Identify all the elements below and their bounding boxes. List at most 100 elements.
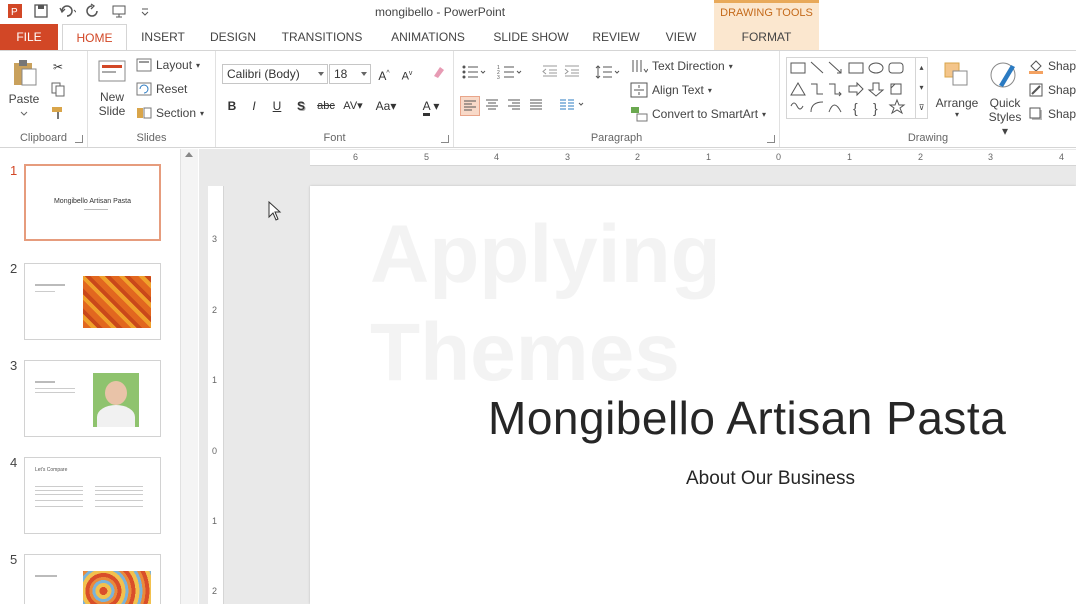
slide-title[interactable]: Mongibello Artisan Pasta [488, 391, 1006, 445]
format-painter-icon[interactable] [48, 105, 68, 125]
reset-button[interactable]: Reset [136, 82, 187, 96]
svg-text:3: 3 [497, 75, 500, 80]
clear-formatting-icon[interactable] [428, 64, 448, 84]
tab-view[interactable]: VIEW [659, 24, 703, 50]
convert-smartart-button[interactable]: Convert to SmartArt ▾ [630, 106, 766, 122]
paste-icon [14, 60, 37, 86]
svg-text:P: P [11, 7, 18, 18]
drawing-group: { } ▴▾⊽ Arrange ▾ Quick Styles ▾ Shape S… [780, 51, 1076, 147]
bold-button[interactable]: B [222, 96, 242, 116]
underline-button[interactable]: U [267, 96, 287, 116]
new-slide-button[interactable]: New Slide [94, 57, 130, 127]
align-text-button[interactable]: Align Text ▾ [630, 82, 712, 98]
thumbnail-title: Let's Compare [35, 467, 68, 473]
bullets-icon[interactable] [460, 64, 488, 84]
smartart-icon [631, 107, 648, 122]
shapes-scroll-icon[interactable]: ▴ ▾ ⊽ [915, 58, 927, 118]
clipboard-launcher-icon[interactable] [75, 135, 83, 143]
shape-outline-icon [1029, 83, 1043, 97]
tab-review[interactable]: REVIEW [588, 24, 644, 50]
decrease-indent-icon[interactable] [540, 64, 560, 84]
thumbnail-title: Mongibello Artisan Pasta [53, 198, 132, 205]
slide-thumbnail-5[interactable] [24, 554, 161, 604]
shape-fill-icon [1029, 60, 1043, 74]
text-shadow-button[interactable]: S [291, 96, 311, 116]
slide-thumbnail-1[interactable]: Mongibello Artisan Pasta [24, 164, 161, 241]
shape-effects-button[interactable]: Shape [1028, 106, 1076, 122]
undo-icon[interactable] [58, 2, 76, 20]
slide-canvas[interactable]: Applying Themes Mongibello Artisan Pasta… [310, 186, 1076, 604]
thumbnail-scrollbar[interactable] [180, 149, 198, 604]
justify-icon[interactable] [526, 96, 546, 116]
align-center-icon[interactable] [482, 96, 502, 116]
font-size-combo[interactable]: 18 [329, 64, 371, 84]
powerpoint-logo-icon: P [6, 2, 24, 20]
paragraph-group: 123 Text Direction ▾ Align Text ▾ Conver… [454, 51, 780, 147]
tab-file[interactable]: FILE [0, 24, 58, 50]
slide-subtitle[interactable]: About Our Business [686, 468, 855, 490]
quick-styles-button[interactable]: Quick Styles ▾ [984, 59, 1026, 138]
thumbnail-number: 2 [10, 261, 18, 276]
section-icon [137, 107, 152, 119]
arrange-button[interactable]: Arrange ▾ [932, 59, 982, 119]
slide-thumbnail-4[interactable]: Let's Compare [24, 457, 161, 534]
strikethrough-button[interactable]: abc [314, 96, 338, 116]
clipboard-label: Clipboard [19, 132, 68, 144]
shape-outline-button[interactable]: Shape [1028, 82, 1076, 98]
redo-icon[interactable] [84, 2, 102, 20]
change-case-button[interactable]: Aa▾ [372, 96, 400, 116]
start-from-beginning-icon[interactable] [110, 2, 128, 20]
shape-effects-icon [1029, 107, 1042, 120]
text-direction-button[interactable]: Text Direction ▾ [630, 58, 733, 74]
cut-icon[interactable]: ✂ [48, 57, 68, 77]
tab-slide-show[interactable]: SLIDE SHOW [488, 24, 574, 50]
slide-thumbnail-pane: 1 Mongibello Artisan Pasta 2 3 4 Let's C… [0, 149, 198, 604]
slides-label: Slides [136, 132, 167, 144]
tab-insert[interactable]: INSERT [137, 24, 189, 50]
text-direction-icon [632, 60, 648, 73]
align-right-icon[interactable] [504, 96, 524, 116]
tab-home[interactable]: HOME [62, 24, 127, 51]
increase-indent-icon[interactable] [562, 64, 582, 84]
drawing-label: Drawing [907, 132, 949, 144]
character-spacing-button[interactable]: AV▾ [340, 96, 366, 116]
thumbnail-number: 3 [10, 358, 18, 373]
window-title: mongibello - PowerPoint [375, 5, 506, 19]
customize-qat-icon[interactable] [136, 2, 154, 20]
tab-format[interactable]: FORMAT [714, 24, 819, 50]
scroll-up-icon[interactable] [185, 152, 193, 157]
font-name-combo[interactable]: Calibri (Body) [222, 64, 328, 84]
shrink-font-icon[interactable]: Av [397, 64, 417, 84]
paragraph-launcher-icon[interactable] [767, 135, 775, 143]
thumbnail-number: 5 [10, 552, 18, 567]
mouse-cursor-icon [268, 201, 282, 221]
svg-text:}: } [873, 100, 878, 116]
font-color-button[interactable]: A ▾ [416, 96, 446, 116]
line-spacing-icon[interactable] [594, 64, 622, 84]
font-launcher-icon[interactable] [441, 135, 449, 143]
grow-font-icon[interactable]: A^ [374, 64, 394, 84]
align-left-icon[interactable] [460, 96, 480, 116]
layout-button[interactable]: Layout ▾ [136, 58, 200, 72]
slide-thumbnail-3[interactable] [24, 360, 161, 437]
shape-fill-button[interactable]: Shape [1028, 58, 1076, 74]
paragraph-label: Paragraph [590, 132, 643, 144]
copy-icon[interactable] [48, 81, 68, 101]
slide-thumbnail-2[interactable] [24, 263, 161, 340]
tab-transitions[interactable]: TRANSITIONS [276, 24, 368, 50]
tab-animations[interactable]: ANIMATIONS [383, 24, 473, 50]
ribbon-tabs: FILE HOME INSERT DESIGN TRANSITIONS ANIM… [0, 24, 1076, 51]
paste-button[interactable]: Paste [6, 57, 42, 127]
svg-text:{: { [853, 100, 858, 116]
italic-button[interactable]: I [244, 96, 264, 116]
shapes-icon: { } [790, 61, 906, 116]
save-icon[interactable] [32, 2, 50, 20]
shapes-gallery[interactable]: { } ▴ ▾ ⊽ [786, 57, 928, 119]
section-button[interactable]: Section ▾ [136, 106, 204, 120]
pasta-image [83, 571, 151, 604]
pasta-image [83, 276, 151, 328]
columns-icon[interactable] [558, 96, 588, 116]
tab-design[interactable]: DESIGN [205, 24, 261, 50]
numbering-icon[interactable]: 123 [496, 64, 524, 84]
ribbon: Paste ✂ Clipboard New Slide Layout ▾ Rese… [0, 50, 1076, 148]
